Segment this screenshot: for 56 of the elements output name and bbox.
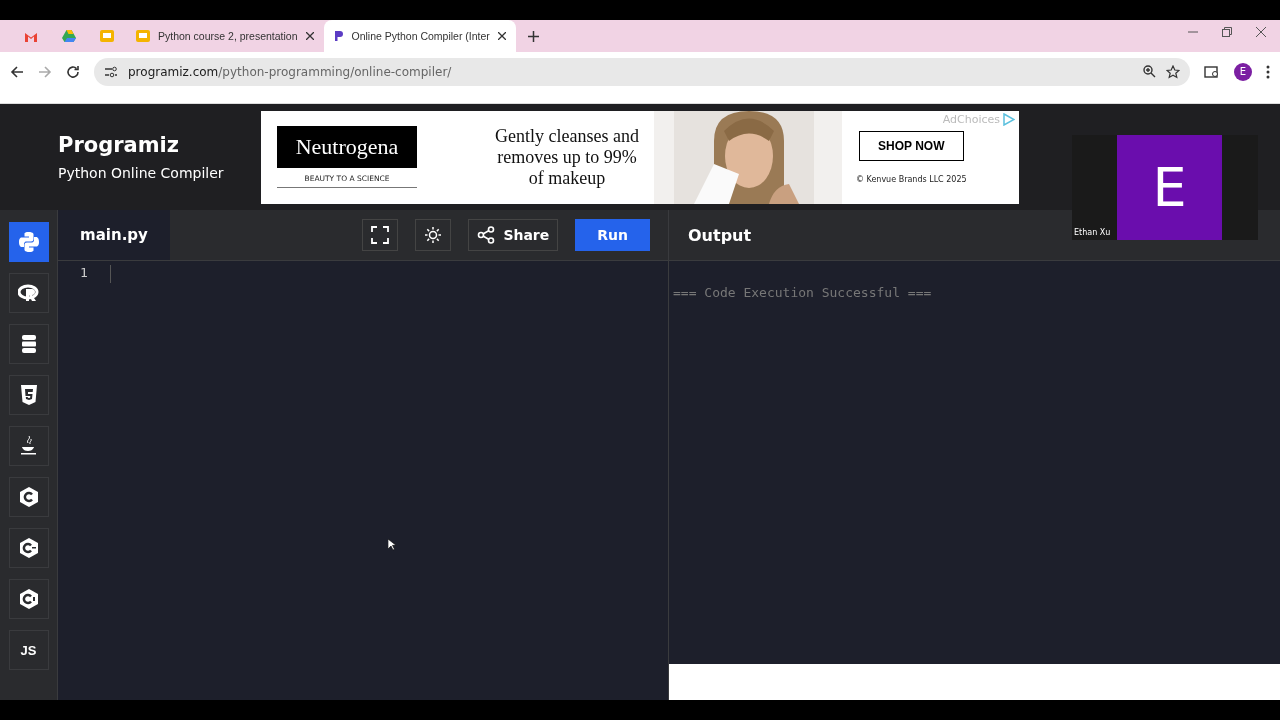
- r-icon: [17, 282, 40, 304]
- more-icon[interactable]: [1266, 64, 1270, 79]
- python-icon: [17, 231, 40, 253]
- shop-now-button[interactable]: SHOP NOW: [859, 130, 964, 161]
- language-button[interactable]: JS: [8, 630, 49, 670]
- fullscreen-icon: [371, 226, 390, 244]
- language-button[interactable]: [8, 426, 49, 466]
- mouse-pointer-icon: [388, 539, 396, 551]
- triangle-icon: [62, 30, 76, 42]
- language-button[interactable]: [8, 324, 49, 364]
- profile-avatar[interactable]: E: [1234, 62, 1252, 81]
- address-bar[interactable]: programiz.com/python-programming/online-compiler/: [94, 57, 1190, 86]
- screen-search-icon[interactable]: [1204, 64, 1220, 79]
- c-sharp-hexagon-icon: [17, 588, 40, 610]
- close-icon[interactable]: [497, 32, 506, 40]
- mail-icon: [24, 30, 38, 42]
- sun-icon: [424, 226, 443, 244]
- output-title: Output: [688, 225, 752, 245]
- ad-legal-text: © Kenvue Brands LLC 2025: [856, 174, 967, 184]
- share-button[interactable]: Share: [468, 219, 559, 251]
- file-tab[interactable]: main.py: [58, 210, 170, 260]
- page-subtitle: Python Online Compiler: [58, 165, 224, 181]
- back-icon[interactable]: [10, 64, 24, 79]
- line-number: 1: [79, 265, 89, 280]
- url-text: programiz.com/python-programming/online-compiler/: [128, 64, 452, 79]
- language-button[interactable]: [8, 273, 49, 313]
- star-icon[interactable]: [1166, 64, 1180, 79]
- reload-icon[interactable]: [66, 64, 80, 79]
- participant-name: Ethan Xu: [1073, 228, 1112, 239]
- run-button[interactable]: Run: [575, 219, 650, 251]
- browser-tab[interactable]: Python course 2, presentation: [126, 20, 324, 52]
- p-logo-icon: [333, 30, 344, 42]
- ad-logo: Neutrogena: [277, 126, 417, 168]
- site-settings-icon[interactable]: [104, 65, 118, 78]
- c-plus-hexagon-icon: [17, 537, 40, 559]
- slides-icon: [100, 30, 114, 42]
- fullscreen-button[interactable]: [362, 219, 399, 251]
- ad-headline: Gently cleanses and removes up to 99% of makeup: [494, 125, 640, 189]
- new-tab-icon[interactable]: [527, 30, 539, 42]
- zoom-icon[interactable]: [1143, 65, 1156, 78]
- theme-toggle-button[interactable]: [415, 219, 452, 251]
- close-icon[interactable]: [1256, 27, 1266, 37]
- participant-avatar: E: [1117, 135, 1222, 240]
- output-text: === Code Execution Successful ===: [673, 285, 933, 300]
- restore-icon[interactable]: [1222, 27, 1232, 37]
- language-button[interactable]: [8, 222, 49, 262]
- browser-tab[interactable]: Online Python Compiler (Inter: [323, 20, 516, 52]
- language-button[interactable]: [8, 579, 49, 619]
- c-hexagon-icon: [17, 486, 40, 508]
- close-icon[interactable]: [305, 32, 314, 40]
- brand-logo[interactable]: Programiz: [58, 133, 180, 157]
- slides-icon: [136, 30, 150, 42]
- language-button[interactable]: [8, 375, 49, 415]
- language-button[interactable]: [8, 477, 49, 517]
- language-button[interactable]: [8, 528, 49, 568]
- share-icon: [477, 226, 496, 244]
